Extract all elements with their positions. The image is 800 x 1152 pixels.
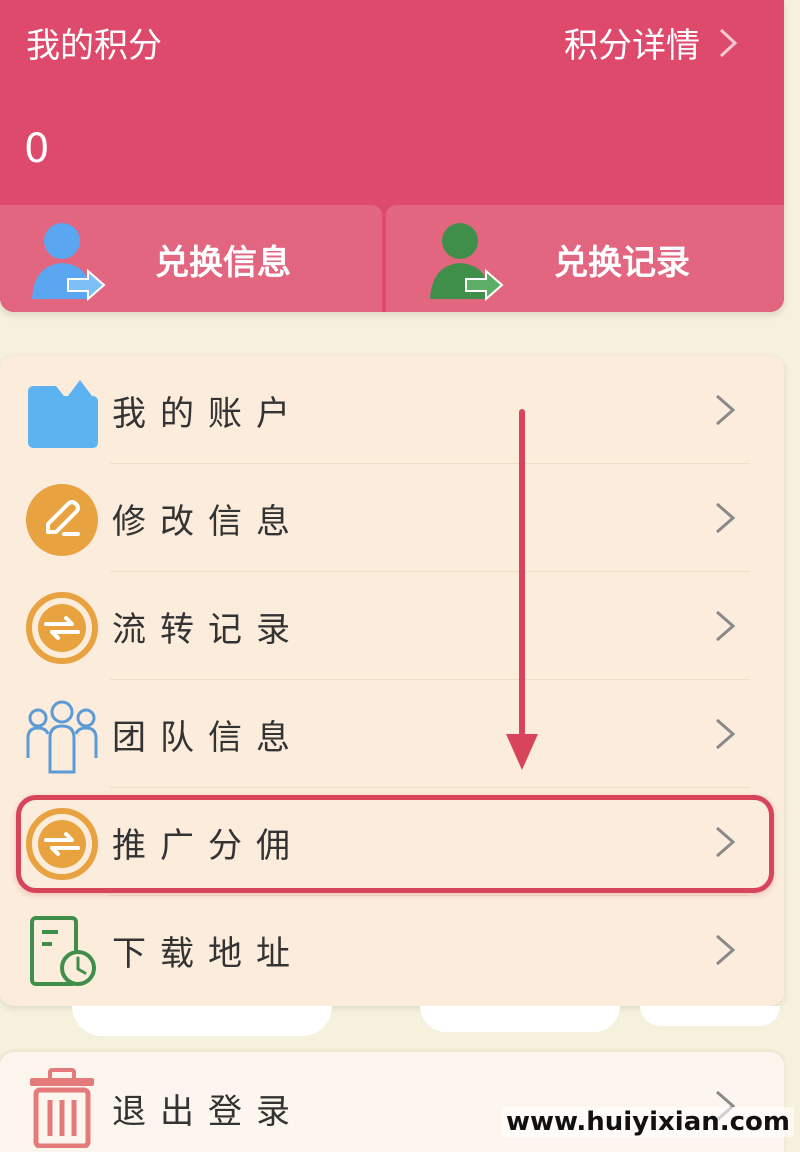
chevron-right-icon [716, 934, 736, 966]
chevron-right-icon [719, 28, 738, 57]
exchange-info-button[interactable]: 兑换信息 [0, 205, 382, 312]
points-title: 我的积分 [26, 26, 162, 66]
menu-list: 我的账户 修改信息 流转记录 团队信息 推广分佣 下载地址 [0, 356, 784, 1006]
menu-item-transfer-record[interactable]: 流转记录 [0, 572, 784, 680]
chevron-right-icon [716, 394, 736, 426]
trash-icon [30, 1068, 94, 1148]
highlight-box [16, 795, 774, 893]
user-transfer-icon [32, 223, 106, 302]
menu-item-my-account[interactable]: 我的账户 [0, 356, 784, 464]
menu-item-label: 流转记录 [112, 610, 304, 650]
background-shape [72, 1006, 332, 1036]
menu-item-edit-info[interactable]: 修改信息 [0, 464, 784, 572]
menu-item-label: 下载地址 [112, 934, 304, 974]
points-detail-label: 积分详情 [564, 26, 700, 66]
logout-label: 退出登录 [112, 1092, 304, 1132]
folder-icon [28, 380, 98, 448]
logout-button[interactable]: 退出登录 [0, 1052, 784, 1152]
menu-item-team-info[interactable]: 团队信息 [0, 680, 784, 788]
menu-item-download-address[interactable]: 下载地址 [0, 896, 784, 1004]
exchange-record-label: 兑换记录 [554, 243, 690, 283]
user-transfer-icon [430, 223, 504, 302]
chevron-right-icon [716, 718, 736, 750]
exchange-record-button[interactable]: 兑换记录 [386, 205, 784, 312]
team-icon [26, 700, 98, 774]
background-shape [640, 1006, 780, 1026]
menu-item-label: 我的账户 [112, 394, 304, 434]
chevron-right-icon [716, 610, 736, 642]
exchange-icon [26, 592, 98, 664]
edit-icon [26, 484, 98, 556]
menu-item-label: 团队信息 [112, 718, 304, 758]
down-arrow-annotation [506, 409, 538, 770]
points-card: 我的积分 积分详情 0 兑换信息 兑换记录 [0, 0, 784, 312]
document-clock-icon [30, 916, 96, 986]
chevron-right-icon [716, 502, 736, 534]
watermark: www.huiyixian.com [501, 1107, 794, 1137]
menu-item-label: 修改信息 [112, 502, 304, 542]
points-value: 0 [24, 126, 50, 172]
exchange-info-label: 兑换信息 [155, 243, 291, 283]
background-shape [420, 1006, 620, 1032]
points-detail-link[interactable]: 积分详情 [564, 18, 738, 67]
